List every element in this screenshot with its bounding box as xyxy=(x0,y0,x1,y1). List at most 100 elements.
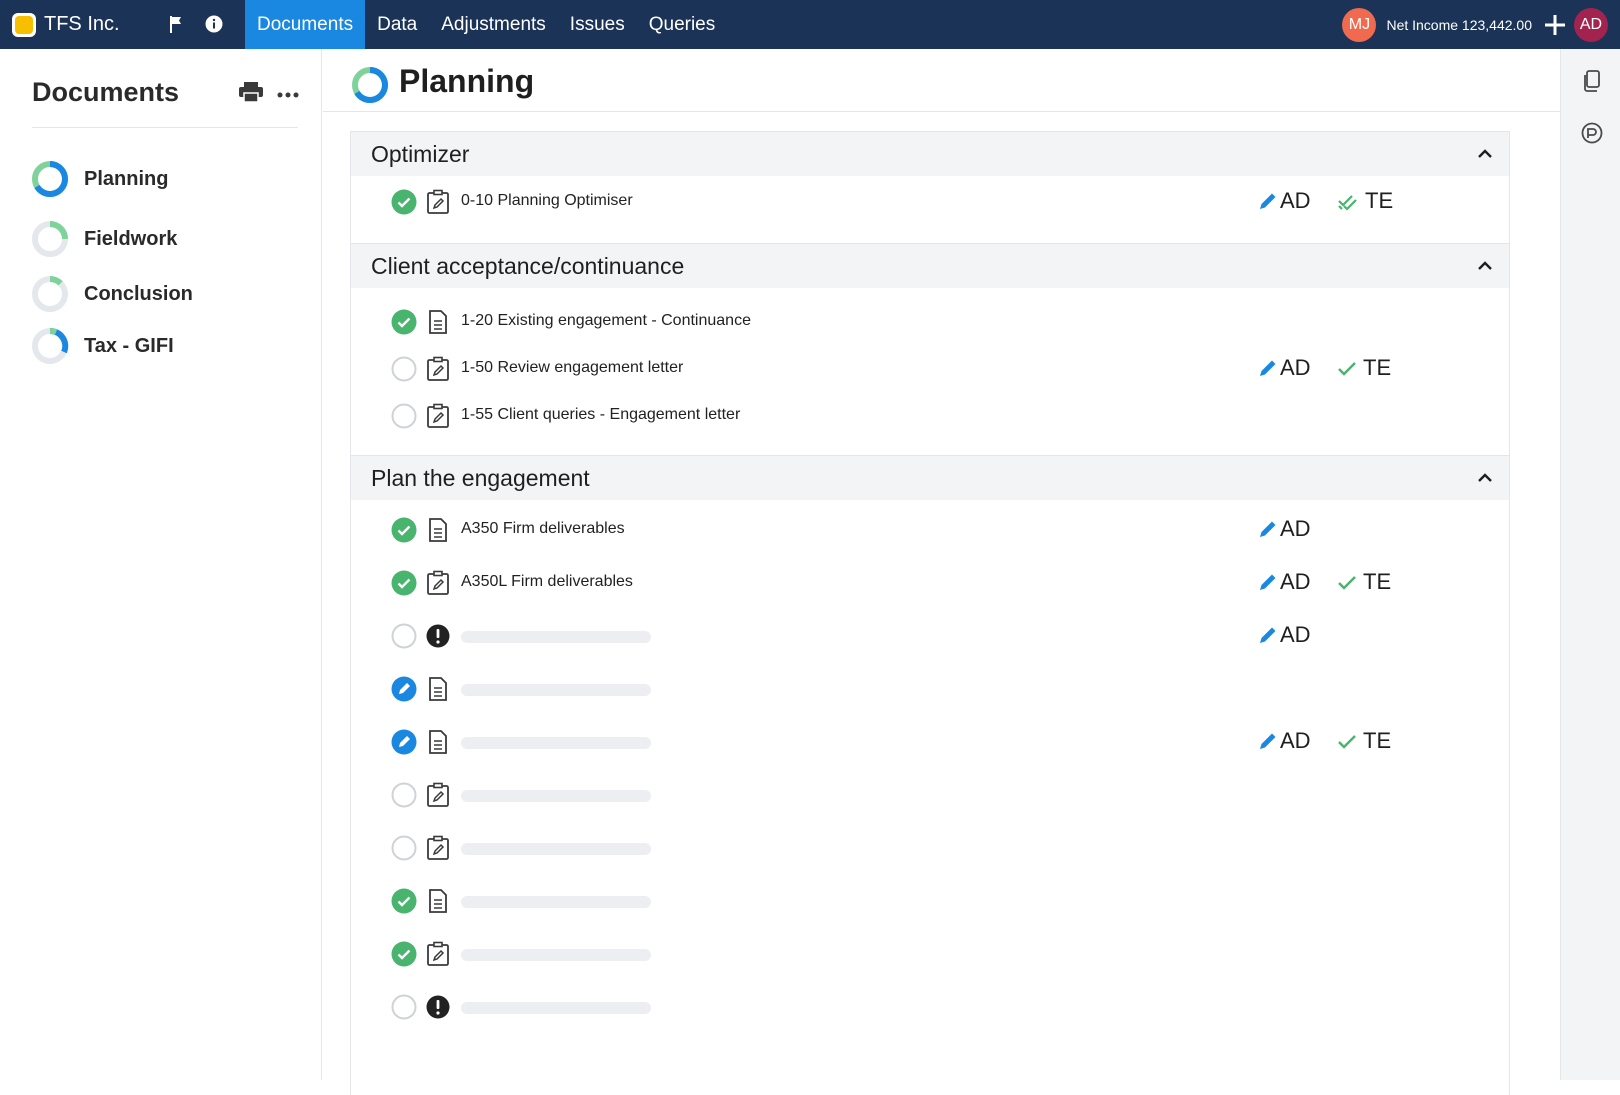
signoff-initials: TE xyxy=(1363,728,1392,753)
complete-check-icon[interactable] xyxy=(391,570,417,601)
more-options-icon[interactable] xyxy=(276,86,300,104)
reviewer-signoff[interactable]: TE xyxy=(1337,355,1391,381)
tab-adjustments[interactable]: Adjustments xyxy=(429,0,558,49)
tab-data[interactable]: Data xyxy=(365,0,429,49)
preparer-signoff[interactable]: AD xyxy=(1258,516,1311,542)
document-row[interactable]: AD xyxy=(351,612,1509,665)
complete-check-icon[interactable] xyxy=(391,517,417,548)
progress-ring-icon xyxy=(352,67,388,103)
empty-status-circle[interactable] xyxy=(391,835,417,866)
document-row[interactable]: AD TE xyxy=(351,718,1509,771)
sidebar-item-label: Fieldwork xyxy=(84,227,178,250)
reviewer-signoff[interactable]: TE xyxy=(1337,188,1393,214)
document-name[interactable]: A350 Firm deliverables xyxy=(461,520,625,538)
empty-status-circle[interactable] xyxy=(391,782,417,813)
pencil-icon xyxy=(1260,360,1276,376)
document-name[interactable]: 0-10 Planning Optimiser xyxy=(461,192,633,210)
empty-status-circle[interactable] xyxy=(391,623,417,654)
empty-status-circle[interactable] xyxy=(391,403,417,434)
section-header[interactable]: Optimizer xyxy=(351,132,1509,176)
flag-icon[interactable] xyxy=(165,12,189,36)
page-header: Planning xyxy=(323,49,1560,112)
document-row[interactable]: A350 Firm deliverables AD xyxy=(351,506,1509,559)
sidebar-title: Documents xyxy=(32,77,180,107)
avatar-mj[interactable]: MJ xyxy=(1342,7,1377,42)
collapse-chevron-icon[interactable] xyxy=(1475,256,1495,281)
complete-check-icon[interactable] xyxy=(391,941,417,972)
edit-pencil-icon[interactable] xyxy=(391,676,417,707)
empty-status-circle[interactable] xyxy=(391,994,417,1025)
document-row[interactable] xyxy=(351,877,1509,930)
pencil-icon xyxy=(1260,733,1276,749)
loading-placeholder xyxy=(461,631,651,643)
tab-documents[interactable]: Documents xyxy=(245,0,366,49)
signoff-initials: AD xyxy=(1280,622,1311,647)
section-header[interactable]: Plan the engagement xyxy=(351,456,1509,500)
sidebar: Documents Planning Fieldwork Conclusion xyxy=(0,49,322,1080)
tab-issues[interactable]: Issues xyxy=(558,0,637,49)
preparer-signoff[interactable]: AD xyxy=(1258,188,1311,214)
document-row[interactable] xyxy=(351,930,1509,983)
signoff-initials: AD xyxy=(1280,516,1311,541)
reviewer-signoff[interactable]: TE xyxy=(1337,728,1391,754)
alert-icon xyxy=(426,994,450,1025)
avatar-ad[interactable]: AD xyxy=(1574,7,1608,42)
progress-ring-icon xyxy=(32,327,69,364)
empty-status-circle[interactable] xyxy=(391,356,417,387)
document-name[interactable]: 1-55 Client queries - Engagement letter xyxy=(461,406,740,424)
signoff-initials: TE xyxy=(1363,569,1392,594)
comment-icon[interactable] xyxy=(1580,121,1604,145)
collapse-chevron-icon[interactable] xyxy=(1475,144,1495,169)
preparer-signoff[interactable]: AD xyxy=(1258,728,1311,754)
preparer-signoff[interactable]: AD xyxy=(1258,355,1311,381)
document-row[interactable]: 1-50 Review engagement letter AD TE xyxy=(351,345,1509,392)
document-name[interactable]: 1-50 Review engagement letter xyxy=(461,359,683,377)
edit-pencil-icon[interactable] xyxy=(391,729,417,760)
net-income: Net Income 123,442.00 xyxy=(1386,16,1532,33)
document-name[interactable]: A350L Firm deliverables xyxy=(461,573,633,591)
sidebar-item-planning[interactable]: Planning xyxy=(30,159,168,199)
document-row[interactable] xyxy=(351,665,1509,718)
copy-icon[interactable] xyxy=(1580,69,1604,93)
loading-placeholder xyxy=(461,684,651,696)
sidebar-actions xyxy=(238,81,300,108)
topbar-right: MJ Net Income 123,442.00 AD xyxy=(1342,0,1620,49)
progress-ring-icon xyxy=(32,276,68,312)
section-header[interactable]: Client acceptance/continuance xyxy=(351,244,1509,288)
document-row[interactable] xyxy=(351,983,1509,1036)
double-check-icon xyxy=(1338,195,1357,210)
complete-check-icon[interactable] xyxy=(391,189,417,220)
form-document-icon xyxy=(426,941,450,972)
tab-queries[interactable]: Queries xyxy=(637,0,728,49)
info-icon[interactable] xyxy=(202,12,226,36)
check-icon xyxy=(1338,735,1356,749)
pencil-icon xyxy=(1260,521,1276,537)
signoff-initials: AD xyxy=(1280,188,1311,213)
print-icon[interactable] xyxy=(238,81,264,108)
document-name[interactable]: 1-20 Existing engagement - Continuance xyxy=(461,312,751,330)
main-nav: Documents Data Adjustments Issues Querie… xyxy=(245,0,727,49)
company-name: TFS Inc. xyxy=(44,13,120,35)
collapse-chevron-icon[interactable] xyxy=(1475,468,1495,493)
reviewer-signoff[interactable]: TE xyxy=(1337,569,1391,595)
form-document-icon xyxy=(426,782,450,813)
document-row[interactable]: 1-55 Client queries - Engagement letter xyxy=(351,392,1509,439)
section-card: Optimizer 0-10 Planning Optimiser AD TE xyxy=(350,131,1510,243)
text-document-icon xyxy=(426,888,450,919)
section-title: Optimizer xyxy=(371,140,470,167)
preparer-signoff[interactable]: AD xyxy=(1258,622,1311,648)
document-row[interactable]: A350L Firm deliverables AD TE xyxy=(351,559,1509,612)
plus-icon[interactable] xyxy=(1542,12,1568,38)
document-row[interactable] xyxy=(351,771,1509,824)
sidebar-item-fieldwork[interactable]: Fieldwork xyxy=(30,219,177,259)
document-row[interactable] xyxy=(351,824,1509,877)
preparer-signoff[interactable]: AD xyxy=(1258,569,1311,595)
document-row[interactable]: 0-10 Planning Optimiser AD TE xyxy=(351,178,1509,244)
sidebar-item-conclusion[interactable]: Conclusion xyxy=(30,274,193,314)
section-title: Client acceptance/continuance xyxy=(371,252,685,279)
loading-placeholder xyxy=(461,790,651,802)
document-row[interactable]: 1-20 Existing engagement - Continuance xyxy=(351,298,1509,345)
sidebar-item-tax-gifi[interactable]: Tax - GIFI xyxy=(30,326,174,366)
complete-check-icon[interactable] xyxy=(391,888,417,919)
complete-check-icon[interactable] xyxy=(391,309,417,340)
